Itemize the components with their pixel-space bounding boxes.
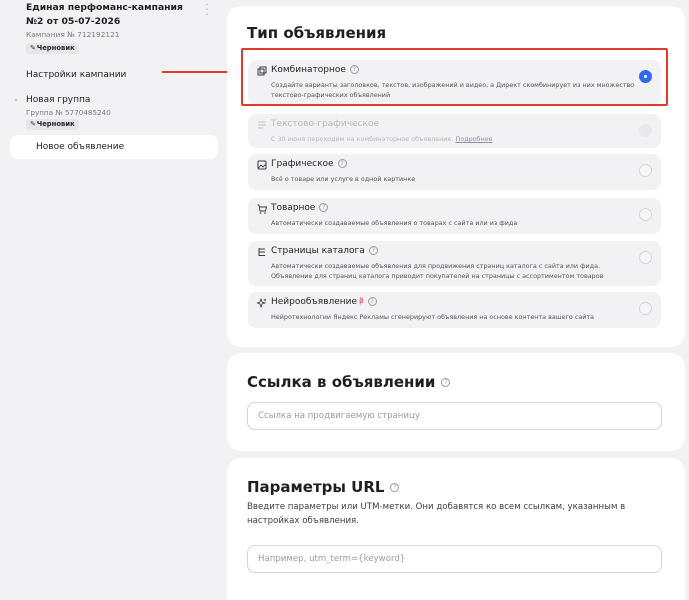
annotation-highlight: [241, 48, 668, 106]
campaign-status-label: Черновик: [36, 44, 75, 52]
cart-icon: [257, 204, 267, 214]
sidebar-item-new-ad[interactable]: Новое объявление: [10, 135, 218, 159]
image-icon: [257, 160, 267, 170]
option-description: Автоматически создаваемые объявления для…: [271, 262, 604, 280]
url-params-title: Параметры URL?: [247, 478, 400, 496]
option-description: С 30 июня переходим на комбинаторное объ…: [271, 135, 493, 143]
ad-type-title: Тип объявления: [247, 24, 387, 42]
ad-type-card: Тип объявления Комбинаторное? Создайте в…: [227, 6, 685, 347]
group-number: Группа № 5770485240: [26, 108, 111, 117]
option-title: Нейрообъявление β?: [271, 297, 377, 307]
pencil-icon: ✎: [30, 120, 36, 128]
option-description: Автоматически создаваемые объявления о т…: [271, 219, 518, 227]
help-icon[interactable]: ?: [390, 483, 400, 492]
ad-link-input[interactable]: [247, 402, 662, 430]
kebab-icon[interactable]: · · ·: [203, 0, 211, 20]
ad-type-option-product[interactable]: Товарное? Автоматически создаваемые объя…: [248, 198, 661, 234]
option-title: Текстово-графическое: [271, 119, 380, 129]
ad-type-option-text-graphic: Текстово-графическое С 30 июня переходим…: [248, 114, 661, 148]
ad-type-option-catalog[interactable]: Страницы каталога? Автоматически создава…: [248, 241, 661, 286]
option-radio[interactable]: [639, 208, 652, 221]
option-radio: [639, 124, 652, 137]
campaign-title[interactable]: Единая перфоманс-кампания №2 от 05-07-20…: [26, 1, 198, 29]
ad-link-title: Ссылка в объявлении?: [247, 373, 451, 391]
option-description: Всё о товаре или услуге в одной картинке: [271, 175, 416, 183]
ad-link-card: Ссылка в объявлении?: [227, 353, 685, 451]
help-icon[interactable]: ?: [441, 378, 451, 387]
pencil-icon: ✎: [30, 44, 36, 52]
campaign-number: Кампания № 712192121: [26, 30, 120, 39]
more-link[interactable]: Подробнее: [455, 135, 492, 143]
url-params-intro: Введите параметры или UTM-метки. Они доб…: [247, 502, 626, 526]
option-title: Страницы каталога?: [271, 246, 378, 256]
help-icon[interactable]: ?: [367, 297, 377, 306]
option-title: Графическое?: [271, 159, 347, 169]
group-status-label: Черновик: [36, 120, 75, 128]
ad-type-option-neuro[interactable]: Нейрообъявление β? Нейротехнологии Яндекс…: [248, 292, 661, 328]
option-description: Нейротехнологии Яндекс Рекламы сгенериру…: [271, 313, 595, 321]
option-radio[interactable]: [639, 251, 652, 264]
chevron-down-icon[interactable]: ⌄: [13, 95, 19, 103]
help-icon[interactable]: ?: [337, 159, 347, 168]
text-graphic-icon: [258, 121, 266, 129]
sidebar: Единая перфоманс-кампания №2 от 05-07-20…: [0, 0, 224, 600]
group-status-badge: ✎Черновик: [26, 119, 79, 130]
help-icon[interactable]: ?: [319, 203, 329, 212]
sidebar-item-group[interactable]: Новая группа: [26, 95, 90, 105]
beta-badge: β: [359, 297, 364, 305]
ad-type-option-image[interactable]: Графическое? Всё о товаре или услуге в о…: [248, 154, 661, 190]
url-params-input[interactable]: [247, 545, 662, 573]
url-params-card: Параметры URL? Введите параметры или UTM…: [227, 458, 685, 600]
sparkle-icon: [257, 298, 267, 308]
option-title: Товарное?: [271, 203, 329, 213]
campaign-status-badge: ✎Черновик: [26, 43, 79, 54]
option-radio[interactable]: [639, 302, 652, 315]
option-radio[interactable]: [639, 164, 652, 177]
help-icon[interactable]: ?: [368, 246, 378, 255]
catalog-tree-icon: [258, 248, 265, 256]
sidebar-item-campaign-settings[interactable]: Настройки кампании: [26, 70, 126, 80]
